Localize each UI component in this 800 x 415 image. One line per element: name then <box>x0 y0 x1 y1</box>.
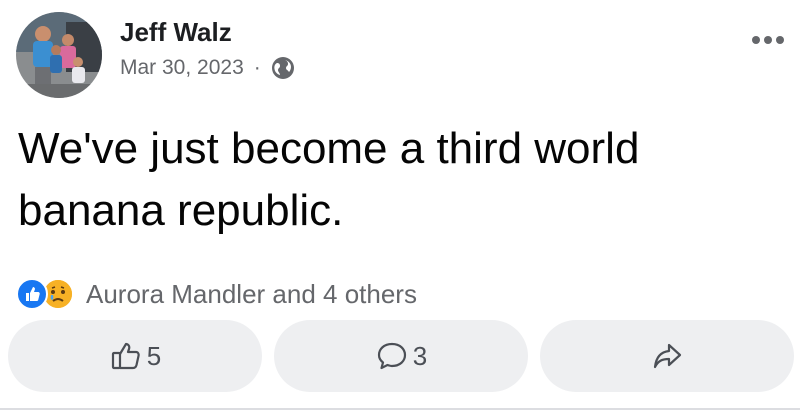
like-icon <box>16 278 48 310</box>
post-card: Jeff Walz Mar 30, 2023 · We've just beco… <box>0 0 800 415</box>
like-count: 5 <box>146 340 162 371</box>
action-bar: 5 3 <box>8 320 794 392</box>
post-text: We've just become a third world banana r… <box>18 124 640 235</box>
comment-button[interactable]: 3 <box>274 320 528 392</box>
post-meta: Mar 30, 2023 · <box>120 56 295 80</box>
post-date[interactable]: Mar 30, 2023 <box>120 56 244 80</box>
comment-count: 3 <box>412 340 428 371</box>
separator-dot: · <box>253 56 261 79</box>
divider <box>0 408 800 410</box>
share-icon <box>650 339 684 373</box>
share-button[interactable] <box>540 320 794 392</box>
like-button[interactable]: 5 <box>8 320 262 392</box>
reactions-summary[interactable]: Aurora Mandler and 4 others <box>16 276 417 312</box>
comment-icon <box>375 339 409 373</box>
reactions-text[interactable]: Aurora Mandler and 4 others <box>86 279 417 310</box>
reaction-icons <box>16 276 80 312</box>
thumbs-up-icon <box>109 339 143 373</box>
more-options-icon[interactable] <box>748 28 788 52</box>
avatar[interactable] <box>16 12 102 98</box>
globe-icon[interactable] <box>271 56 295 80</box>
author-name[interactable]: Jeff Walz <box>120 17 232 48</box>
